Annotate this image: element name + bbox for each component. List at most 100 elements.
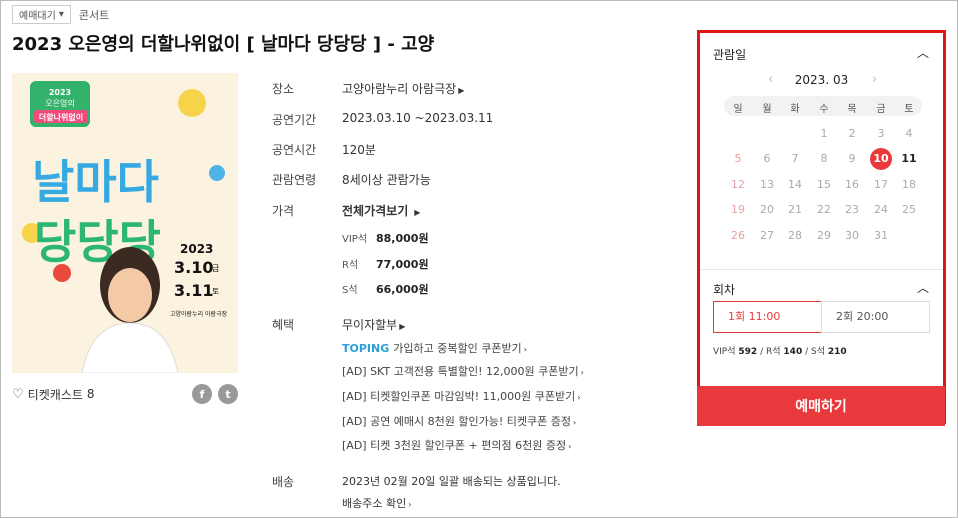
calendar-day: 8	[820, 152, 828, 165]
collapse-date-icon[interactable]: ︿	[917, 44, 929, 61]
date-section-title: 관람일	[713, 48, 747, 62]
calendar-day: 9	[848, 152, 856, 165]
calendar-day: 1	[820, 127, 828, 140]
calendar-day: 15	[817, 178, 831, 191]
chevron-down-icon: ▾	[58, 9, 64, 20]
poster-art: 2023 오은영의 더할나위없이 날마다 당당당 2023 3.10 금 3.1…	[12, 73, 238, 373]
poster-image: 2023 오은영의 더할나위없이 날마다 당당당 2023 3.10 금 3.1…	[12, 73, 238, 373]
delivery-value: 2023년 02월 20일 일괄 배송되는 상품입니다.	[342, 475, 561, 488]
calendar-day: 30	[845, 229, 859, 242]
collapse-round-icon[interactable]: ︿	[917, 279, 929, 296]
chevron-right-icon: ›	[568, 442, 572, 451]
round-option-2[interactable]: 2회 20:00	[821, 301, 930, 333]
price-row-s: S석 66,000원	[342, 283, 429, 296]
view-all-prices-link[interactable]: 전체가격보기 ▶	[342, 202, 420, 219]
booking-panel: 관람일 ︿ ‹ 2023. 03 › 일월화수목금토 1 2 3 4 5 6 7 8 9 10 11…	[697, 30, 946, 424]
venue-link[interactable]: 고양아람누리 아람극장 ▶	[342, 80, 464, 97]
svg-text:더할나위없이: 더할나위없이	[39, 112, 83, 122]
price-row-vip: VIP석 88,000원	[342, 232, 429, 245]
calendar-day: 26	[731, 229, 745, 242]
calendar-day: 18	[902, 178, 916, 191]
calendar-day: 16	[845, 178, 859, 191]
calendar-day: 17	[874, 178, 888, 191]
twitter-icon[interactable]: t	[218, 384, 238, 404]
poster-actions: ♡ 티켓캐스트 8 f t	[12, 384, 238, 404]
calendar-day: 6	[763, 152, 771, 165]
round-option-1[interactable]: 1회 11:00	[713, 301, 822, 333]
toping-coupon-link[interactable]: TOPING 가입하고 중복할인 쿠폰받기 ›	[342, 340, 527, 356]
price-label: 가격	[272, 204, 295, 218]
next-month-button[interactable]: ›	[872, 72, 877, 87]
chevron-right-icon: ›	[523, 345, 527, 354]
calendar-day: 22	[817, 203, 831, 216]
round-section-title: 회차	[713, 283, 736, 297]
calendar-day: 28	[788, 229, 802, 242]
remaining-seats: VIP석 592 / R석 140 / S석 210	[713, 347, 847, 357]
age-value: 8세이상 관람가능	[342, 173, 431, 187]
calendar-day: 2	[848, 127, 856, 140]
calendar-day: 7	[791, 152, 799, 165]
weekday-label: 토	[904, 104, 914, 115]
calendar-day: 4	[905, 127, 913, 140]
chevron-right-icon: ›	[573, 418, 577, 427]
weekday-label: 금	[876, 104, 886, 115]
venue-label: 장소	[272, 82, 295, 96]
share-buttons: f t	[192, 384, 238, 404]
book-button[interactable]: 예매하기	[697, 386, 945, 426]
caret-right-icon: ▶	[414, 208, 421, 217]
calendar-day: 5	[734, 152, 742, 165]
svg-text:고양아람누리 아람극장: 고양아람누리 아람극장	[170, 310, 228, 318]
caret-right-icon: ▶	[399, 322, 406, 331]
chevron-right-icon: ›	[408, 500, 412, 509]
chevron-right-icon: ›	[577, 393, 581, 402]
ad-coupon-link-4[interactable]: [AD] 티켓 3천원 할인쿠폰 + 편의점 6천원 증정 ›	[342, 437, 571, 453]
svg-text:금: 금	[212, 264, 219, 273]
calendar-day: 31	[874, 229, 888, 242]
svg-text:3.11: 3.11	[174, 281, 213, 300]
calendar-day[interactable]: 11	[895, 148, 923, 170]
toping-logo: TOPING	[342, 342, 390, 355]
calendar-day: 27	[760, 229, 774, 242]
genre-link[interactable]: 콘서트	[79, 7, 109, 23]
ad-coupon-link-2[interactable]: [AD] 티켓할인쿠폰 마감임박! 11,000원 쿠폰받기 ›	[342, 388, 580, 404]
ad-coupon-link-3[interactable]: [AD] 공연 예매시 8천원 할인가능! 티켓쿠폰 증정 ›	[342, 413, 576, 429]
ticket-cast-label[interactable]: 티켓캐스트	[28, 386, 83, 403]
svg-text:2023: 2023	[49, 88, 71, 97]
page-title: 2023 오은영의 더할나위없이 [ 날마다 당당당 ] - 고양	[12, 34, 435, 55]
calendar-day: 19	[731, 203, 745, 216]
weekday-label: 목	[847, 104, 857, 115]
interest-free-link[interactable]: 무이자할부 ▶	[342, 316, 405, 333]
ad-coupon-link-1[interactable]: [AD] SKT 고객전용 특별할인! 12,000원 쿠폰받기 ›	[342, 363, 584, 379]
svg-text:3.10: 3.10	[174, 258, 213, 277]
svg-text:오은영의: 오은영의	[45, 98, 74, 108]
facebook-icon[interactable]: f	[192, 384, 212, 404]
ticket-cast-count: 8	[86, 387, 95, 401]
weekday-label: 월	[762, 104, 772, 115]
calendar-day: 20	[760, 203, 774, 216]
calendar-day: 24	[874, 203, 888, 216]
duration-value: 120분	[342, 143, 376, 157]
benefit-label: 혜택	[272, 318, 295, 332]
caret-right-icon: ▶	[458, 86, 465, 95]
age-label: 관람연령	[272, 173, 317, 187]
heart-icon[interactable]: ♡	[12, 387, 24, 402]
calendar-day: 23	[845, 203, 859, 216]
svg-text:날마다: 날마다	[32, 155, 159, 209]
section-divider	[700, 269, 943, 270]
top-bar: 예매대기 ▾ 콘서트	[12, 5, 109, 24]
chevron-right-icon: ›	[580, 368, 584, 377]
weekday-label: 수	[819, 104, 829, 115]
sale-status-dropdown[interactable]: 예매대기 ▾	[12, 5, 71, 24]
period-value: 2023.03.10 ~2023.03.11	[342, 111, 494, 125]
calendar-month: 2023. 03	[794, 73, 849, 87]
calendar-day: 3	[877, 127, 885, 140]
delivery-address-link[interactable]: 배송주소 확인 ›	[342, 495, 411, 511]
calendar-day: 21	[788, 203, 802, 216]
calendar-day: 12	[731, 178, 745, 191]
calendar-day: 29	[817, 229, 831, 242]
period-label: 공연기간	[272, 113, 317, 127]
calendar-day-selected[interactable]: 10	[870, 148, 892, 170]
calendar-day: 13	[760, 178, 774, 191]
svg-text:토: 토	[212, 287, 219, 296]
sale-status-label: 예매대기	[19, 11, 56, 22]
